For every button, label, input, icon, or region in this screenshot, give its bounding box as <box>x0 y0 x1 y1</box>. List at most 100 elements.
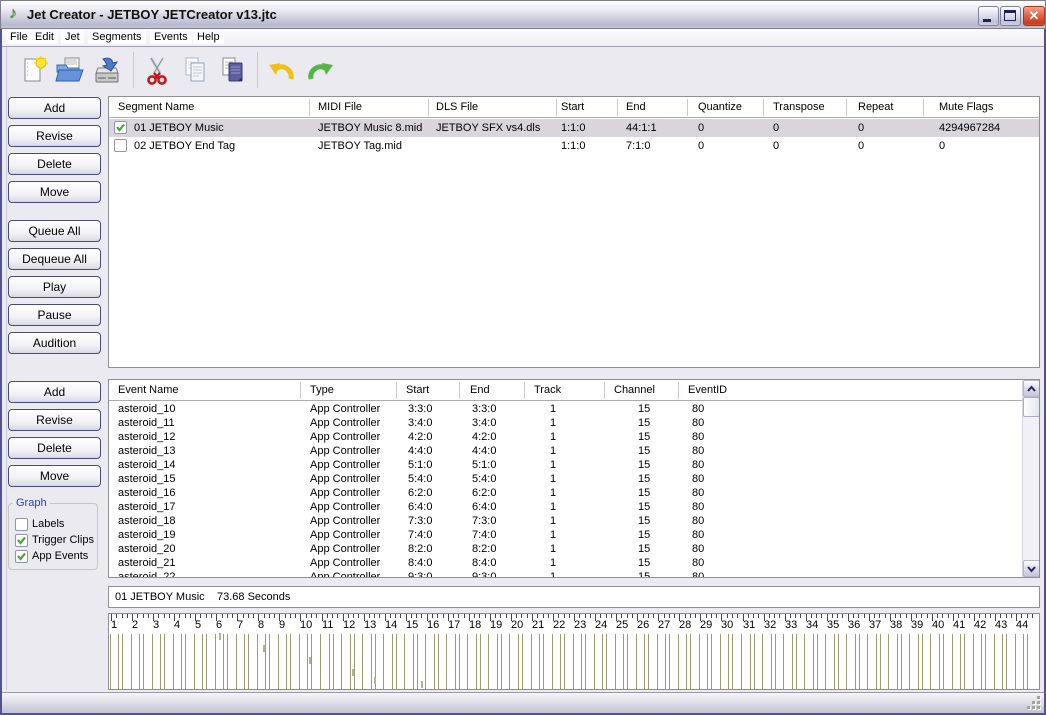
segment-revise-button[interactable]: Revise <box>8 125 101 147</box>
event-row[interactable]: asteroid_18App Controller7:3:07:3:011580 <box>109 514 1039 528</box>
event-row[interactable]: asteroid_21App Controller8:4:08:4:011580 <box>109 556 1039 570</box>
event-row[interactable]: asteroid_11App Controller3:4:03:4:011580 <box>109 416 1039 430</box>
column-separator <box>300 382 301 399</box>
column-header[interactable]: EventID <box>688 384 727 396</box>
scroll-down-button[interactable] <box>1023 560 1040 577</box>
column-separator <box>678 382 679 399</box>
segment-move-button[interactable]: Move <box>8 181 101 203</box>
column-separator <box>846 99 847 116</box>
maximize-button[interactable] <box>1000 6 1021 26</box>
transport-dequeue-all-button[interactable]: Dequeue All <box>8 248 101 270</box>
event-row[interactable]: asteroid_22App Controller9:3:09:3:011580 <box>109 570 1039 578</box>
measure-number: 4 <box>174 619 180 631</box>
column-header[interactable]: Track <box>534 384 561 396</box>
scroll-thumb[interactable] <box>1023 397 1040 417</box>
event-row[interactable]: asteroid_14App Controller5:1:05:1:011580 <box>109 458 1039 472</box>
event-row[interactable]: asteroid_20App Controller8:2:08:2:011580 <box>109 542 1039 556</box>
menu-jet[interactable]: Jet <box>61 30 84 44</box>
column-header[interactable]: Channel <box>614 384 655 396</box>
measure-line <box>459 634 460 689</box>
column-header[interactable]: Start <box>406 384 429 396</box>
ruler-tick <box>1006 614 1007 618</box>
column-header[interactable]: Transpose <box>773 101 825 113</box>
measure-line <box>964 634 965 689</box>
ruler-tick <box>1000 614 1001 618</box>
transport-pause-button[interactable]: Pause <box>8 304 101 326</box>
cut-icon[interactable] <box>141 54 173 86</box>
event-row[interactable]: asteroid_10App Controller3:3:03:3:011580 <box>109 402 1039 416</box>
ruler-tick <box>411 614 412 618</box>
event-row[interactable]: asteroid_19App Controller7:4:07:4:011580 <box>109 528 1039 542</box>
event-row[interactable]: asteroid_17App Controller6:4:06:4:011580 <box>109 500 1039 514</box>
events-table-header: Event Name Type Start End Track Channel EventI… <box>109 380 1039 401</box>
new-document-icon[interactable] <box>19 54 51 86</box>
checkbox-checked[interactable] <box>114 121 127 134</box>
event-row[interactable]: asteroid_12App Controller4:2:04:2:011580 <box>109 430 1039 444</box>
copy-icon[interactable] <box>179 54 211 86</box>
column-header[interactable]: Repeat <box>858 101 893 113</box>
open-file-icon[interactable] <box>54 54 86 86</box>
ruler-tick <box>895 614 896 618</box>
menu-segments[interactable]: Segments <box>88 30 146 44</box>
column-header[interactable]: End <box>626 101 646 113</box>
event-revise-button[interactable]: Revise <box>8 409 101 431</box>
segment-row[interactable]: 01 JETBOY MusicJETBOY Music 8.midJETBOY … <box>109 119 1039 137</box>
segment-cell-name: 01 JETBOY Music <box>134 122 224 134</box>
event-delete-button[interactable]: Delete <box>8 437 101 459</box>
event-cell-track: 1 <box>550 473 556 485</box>
menu-help[interactable]: Help <box>193 30 224 44</box>
menu-events[interactable]: Events <box>150 30 192 44</box>
transport-play-button[interactable]: Play <box>8 276 101 298</box>
column-header[interactable]: Event Name <box>118 384 179 396</box>
event-row[interactable]: asteroid_13App Controller4:4:04:4:011580 <box>109 444 1039 458</box>
checkbox-checked[interactable] <box>15 534 28 547</box>
redo-icon[interactable] <box>304 54 336 86</box>
column-header[interactable]: Start <box>561 101 584 113</box>
column-header[interactable]: DLS File <box>436 101 478 113</box>
segment-delete-button[interactable]: Delete <box>8 153 101 175</box>
checkbox-unchecked[interactable] <box>114 139 127 152</box>
measure-number: 39 <box>911 619 923 631</box>
event-add-button[interactable]: Add <box>8 381 101 403</box>
measure-number: 18 <box>469 619 481 631</box>
segment-add-button[interactable]: Add <box>8 97 101 119</box>
checkbox-checked[interactable] <box>15 550 28 563</box>
event-cell-start: 3:4:0 <box>408 417 432 429</box>
scroll-up-button[interactable] <box>1023 380 1040 397</box>
column-header[interactable]: Type <box>310 384 334 396</box>
column-header[interactable]: Segment Name <box>118 101 194 113</box>
segment-cell-quantize: 0 <box>698 122 704 134</box>
event-row[interactable]: asteroid_15App Controller5:4:05:4:011580 <box>109 472 1039 486</box>
measure-line <box>813 634 814 689</box>
measure-line <box>206 634 207 689</box>
paste-icon[interactable] <box>216 54 248 86</box>
ruler-tick <box>311 614 312 618</box>
event-cell-name: asteroid_22 <box>118 571 176 578</box>
events-scrollbar[interactable] <box>1022 380 1039 577</box>
transport-audition-button[interactable]: Audition <box>8 332 101 354</box>
event-cell-end: 6:4:0 <box>472 501 496 513</box>
transport-queue-all-button[interactable]: Queue All <box>8 220 101 242</box>
event-move-button[interactable]: Move <box>8 465 101 487</box>
column-header[interactable]: Mute Flags <box>939 101 993 113</box>
checkbox-unchecked[interactable] <box>15 518 28 531</box>
ruler-tick <box>842 614 843 618</box>
app-window: ♪ Jet Creator - JETBOY JETCreator v13.jt… <box>0 0 1046 715</box>
menu-edit[interactable]: Edit <box>31 30 58 44</box>
column-header[interactable]: Quantize <box>698 101 742 113</box>
event-cell-type: App Controller <box>310 487 380 499</box>
column-header[interactable]: MIDI File <box>318 101 362 113</box>
event-cell-type: App Controller <box>310 557 380 569</box>
minimize-button[interactable] <box>978 6 999 26</box>
close-button[interactable]: ✕ <box>1023 6 1045 26</box>
segment-row[interactable]: 02 JETBOY End TagJETBOY Tag.mid1:1:07:1:… <box>109 137 1039 155</box>
measure-number: 11 <box>322 619 333 631</box>
undo-icon[interactable] <box>266 54 298 86</box>
event-row[interactable]: asteroid_16App Controller6:2:06:2:011580 <box>109 486 1039 500</box>
ruler-tick <box>137 614 138 618</box>
save-file-icon[interactable] <box>91 54 123 86</box>
ruler-tick <box>664 614 665 618</box>
column-header[interactable]: End <box>470 384 490 396</box>
menu-file[interactable]: File <box>6 30 32 44</box>
ruler-tick <box>179 614 180 618</box>
